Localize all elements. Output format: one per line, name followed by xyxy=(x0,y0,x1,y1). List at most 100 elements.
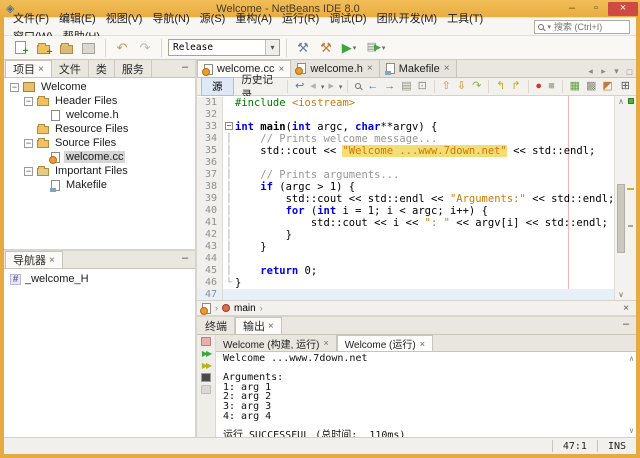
search-input[interactable] xyxy=(554,22,626,32)
next-bookmark-button[interactable]: ↷ xyxy=(470,81,483,92)
tab-close-icon[interactable]: × xyxy=(38,64,44,75)
new-file-button[interactable] xyxy=(10,38,30,58)
select-in-projects-button[interactable]: ⊡ xyxy=(416,81,429,92)
open-project-button[interactable] xyxy=(56,38,76,58)
tab-list-icon[interactable]: ▾ xyxy=(610,66,623,77)
menu-item[interactable]: 编辑(E) xyxy=(54,11,101,27)
editor-tab-Makefile[interactable]: Makefile× xyxy=(380,60,457,77)
new-project-button[interactable] xyxy=(33,38,53,58)
occurrence-mark[interactable] xyxy=(627,188,634,190)
breadcrumb-item[interactable]: main xyxy=(234,303,256,314)
breadcrumb-close-icon[interactable]: × xyxy=(623,303,631,314)
panel-tab-文件[interactable]: 文件 xyxy=(52,60,89,77)
panel-tab-类[interactable]: 类 xyxy=(89,60,115,77)
tree-item[interactable]: −Welcome xyxy=(4,80,195,94)
forward-dropdown-icon[interactable]: ▾ xyxy=(339,83,343,91)
back-dropdown-icon[interactable]: ▾ xyxy=(321,83,325,91)
shift-right-button[interactable]: ↱ xyxy=(509,81,522,92)
menu-item[interactable]: 工具(T) xyxy=(442,11,488,27)
collapse-handle-icon[interactable]: − xyxy=(24,97,33,106)
source-view-button[interactable]: 源 xyxy=(201,77,234,96)
clear-output-icon[interactable] xyxy=(201,385,211,394)
debug-button[interactable]: ▤▶▾ xyxy=(362,38,390,58)
tree-item[interactable]: welcome.h xyxy=(4,108,195,122)
stop-macro-recording-button[interactable]: ■ xyxy=(546,81,557,92)
tree-item[interactable]: Resource Files xyxy=(4,122,195,136)
minimize-panel-icon[interactable]: – xyxy=(178,252,192,266)
navigator-item[interactable]: # _welcome_H xyxy=(10,273,195,285)
output-text[interactable]: ∧ ∨ Welcome ...www.7down.net Arguments:1… xyxy=(216,352,636,437)
terminal-options-icon[interactable] xyxy=(201,373,211,382)
scroll-down-icon[interactable]: ∨ xyxy=(615,290,627,299)
collapse-handle-icon[interactable]: − xyxy=(24,167,33,176)
previous-occurrence-button[interactable]: ← xyxy=(365,81,380,92)
minimize-button[interactable]: – xyxy=(560,2,584,16)
scroll-up-icon[interactable]: ∧ xyxy=(615,97,627,106)
tab-close-icon[interactable]: × xyxy=(367,63,373,74)
run-dropdown-icon[interactable]: ▾ xyxy=(353,44,357,52)
menu-item[interactable]: 团队开发(M) xyxy=(372,11,443,27)
tab-navigator[interactable]: 导航器 × xyxy=(5,251,63,268)
shift-left-button[interactable]: ↰ xyxy=(494,81,507,92)
tree-item[interactable]: Makefile xyxy=(4,178,195,192)
split-editor-icon[interactable]: ⊞ xyxy=(619,81,632,92)
menu-item[interactable]: 视图(V) xyxy=(101,11,148,27)
build-button[interactable]: ⚒ xyxy=(293,38,313,58)
collapse-handle-icon[interactable]: − xyxy=(10,83,19,92)
bottom-tab-终端[interactable]: 终端 xyxy=(198,317,235,334)
minimize-panel-icon[interactable]: – xyxy=(178,61,192,75)
tab-close-icon[interactable]: × xyxy=(324,338,329,348)
start-macro-recording-button[interactable]: ● xyxy=(533,81,544,92)
next-tab-icon[interactable]: ▸ xyxy=(597,66,610,77)
tab-close-icon[interactable]: × xyxy=(420,339,425,349)
tree-item[interactable]: −Header Files xyxy=(4,94,195,108)
toggle-highlight-button[interactable]: ▤ xyxy=(399,81,413,92)
maximize-button[interactable]: ▫ xyxy=(584,2,608,16)
menu-item[interactable]: 导航(N) xyxy=(147,11,194,27)
tree-item[interactable]: welcome.cc xyxy=(4,150,195,164)
tree-item[interactable]: −Source Files xyxy=(4,136,195,150)
save-all-button[interactable] xyxy=(79,38,99,58)
combo-dropdown-icon[interactable]: ▾ xyxy=(265,40,279,55)
editor-scrollbar[interactable]: ∧ ∨ xyxy=(614,96,627,300)
tab-close-icon[interactable]: × xyxy=(444,63,450,74)
fold-toggle[interactable]: − xyxy=(223,121,235,133)
menu-item[interactable]: 调试(D) xyxy=(324,11,371,27)
run-button[interactable]: ▶▾ xyxy=(339,38,359,58)
project-tree[interactable]: −Welcome−Header Fileswelcome.hResource F… xyxy=(4,78,195,249)
tab-close-icon[interactable]: × xyxy=(268,321,274,332)
quick-search-box[interactable]: ▾ xyxy=(534,20,630,34)
output-scroll-down-icon[interactable]: ∨ xyxy=(629,426,634,435)
bottom-tab-输出[interactable]: 输出× xyxy=(235,317,282,334)
move-down-button[interactable]: ⇩ xyxy=(455,81,468,92)
maximize-editor-icon[interactable]: □ xyxy=(623,67,636,77)
forward-button[interactable]: ▸ xyxy=(326,81,336,92)
search-dropdown-icon[interactable]: ▾ xyxy=(547,23,551,31)
editor-tab-welcome.h[interactable]: welcome.h× xyxy=(291,60,379,77)
minimize-panel-icon[interactable]: – xyxy=(619,318,633,332)
panel-tab-项目[interactable]: 项目× xyxy=(5,60,52,77)
stop-icon[interactable] xyxy=(201,337,211,346)
comment-button[interactable]: ▦ xyxy=(568,81,582,92)
scrollbar-thumb[interactable] xyxy=(617,184,625,253)
close-button[interactable]: × xyxy=(608,2,638,16)
code-editor[interactable]: 31#include <iostream>3233−int main(int a… xyxy=(197,96,636,300)
configuration-combobox[interactable]: Release ▾ xyxy=(168,39,280,56)
insert-code-button[interactable]: ◩ xyxy=(600,81,614,92)
menu-item[interactable]: 运行(R) xyxy=(277,11,324,27)
menu-item[interactable]: 文件(F) xyxy=(8,11,54,27)
back-button[interactable]: ◂ xyxy=(308,81,318,92)
output-document-tab[interactable]: Welcome (运行)× xyxy=(337,335,433,351)
panel-tab-服务[interactable]: 服务 xyxy=(115,60,152,77)
output-document-tab[interactable]: Welcome (构建, 运行)× xyxy=(216,335,337,351)
uncomment-button[interactable]: ▩ xyxy=(584,81,598,92)
caret-mark[interactable] xyxy=(628,225,633,227)
move-up-button[interactable]: ⇧ xyxy=(440,81,453,92)
output-scroll-up-icon[interactable]: ∧ xyxy=(629,354,634,363)
collapse-handle-icon[interactable]: − xyxy=(24,139,33,148)
menu-item[interactable]: 重构(A) xyxy=(230,11,277,27)
find-selection-button[interactable] xyxy=(353,81,363,92)
debug-dropdown-icon[interactable]: ▾ xyxy=(382,44,386,52)
last-edit-position-button[interactable]: ↩ xyxy=(293,81,306,92)
rerun-icon[interactable]: ▶▶ xyxy=(200,349,213,358)
